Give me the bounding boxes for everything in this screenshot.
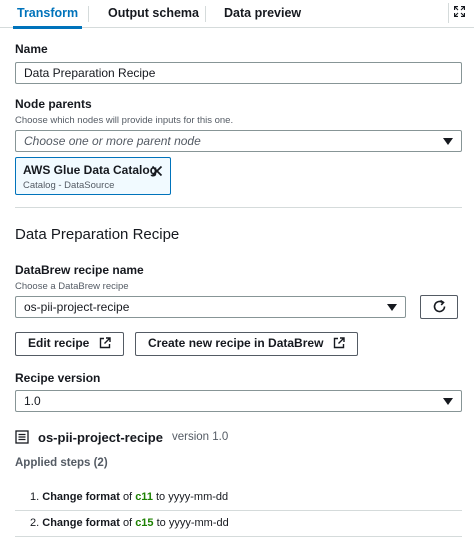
tab-transform[interactable]: Transform (12, 0, 83, 29)
tab-data-preview[interactable]: Data preview (222, 0, 303, 28)
step-column: c11 (135, 491, 153, 503)
recipe-version-label: Recipe version (15, 371, 101, 385)
step-of: of (122, 491, 133, 503)
step-to: to (156, 517, 166, 529)
caret-down-icon (443, 398, 453, 405)
applied-step: 2. Change format of c15 to yyyy-mm-dd (30, 517, 229, 529)
refresh-icon (433, 299, 446, 313)
databrew-recipe-select[interactable]: os-pii-project-recipe (15, 296, 406, 318)
section-divider (15, 207, 462, 208)
databrew-recipe-label: DataBrew recipe name (15, 263, 144, 277)
step-divider (15, 536, 462, 537)
step-action: Change format (42, 491, 120, 503)
refresh-button[interactable] (420, 295, 458, 319)
applied-steps-title: Applied steps (2) (15, 457, 108, 469)
recipe-summary-version: version 1.0 (172, 431, 229, 443)
tab-separator (205, 6, 206, 22)
expand-icon (454, 6, 465, 17)
step-divider (15, 510, 462, 511)
token-subtitle: Catalog - DataSource (23, 180, 115, 191)
step-format: yyyy-mm-dd (168, 491, 229, 503)
create-recipe-button[interactable]: Create new recipe in DataBrew (135, 332, 358, 356)
name-label: Name (15, 42, 48, 56)
node-parents-select[interactable]: Choose one or more parent node (15, 130, 462, 152)
step-to: to (156, 491, 166, 503)
tab-separator (88, 6, 89, 22)
edit-recipe-label: Edit recipe (28, 336, 90, 350)
node-parents-placeholder: Choose one or more parent node (24, 134, 201, 148)
external-link-icon (333, 337, 345, 349)
tab-output-schema[interactable]: Output schema (106, 0, 201, 28)
step-of: of (122, 517, 133, 529)
node-parents-label: Node parents (15, 97, 92, 111)
tab-bar: Transform Output schema Data preview (0, 0, 474, 29)
external-link-icon (99, 337, 111, 349)
node-parents-hint: Choose which nodes will provide inputs f… (15, 115, 234, 126)
caret-down-icon (387, 304, 397, 311)
token-title: AWS Glue Data Catalog (23, 163, 158, 177)
step-column: c15 (135, 517, 154, 529)
list-icon (15, 430, 29, 444)
databrew-recipe-hint: Choose a DataBrew recipe (15, 281, 129, 292)
edit-recipe-button[interactable]: Edit recipe (15, 332, 124, 356)
caret-down-icon (443, 138, 453, 145)
step-action: Change format (42, 517, 120, 529)
applied-step: 1. Change format of c11 to yyyy-mm-dd (30, 491, 228, 503)
name-input[interactable]: Data Preparation Recipe (15, 62, 462, 84)
databrew-recipe-value: os-pii-project-recipe (24, 300, 130, 314)
create-recipe-label: Create new recipe in DataBrew (148, 336, 324, 350)
recipe-version-select[interactable]: 1.0 (15, 390, 462, 412)
recipe-version-value: 1.0 (24, 394, 41, 408)
close-icon[interactable] (151, 165, 163, 177)
expand-button[interactable] (448, 3, 468, 23)
recipe-summary-name: os-pii-project-recipe (38, 430, 163, 445)
parent-node-token: AWS Glue Data Catalog Catalog - DataSour… (15, 157, 171, 195)
step-number: 2. (30, 517, 40, 529)
step-number: 1. (30, 491, 40, 503)
section-title: Data Preparation Recipe (15, 226, 180, 243)
step-format: yyyy-mm-dd (168, 517, 229, 529)
